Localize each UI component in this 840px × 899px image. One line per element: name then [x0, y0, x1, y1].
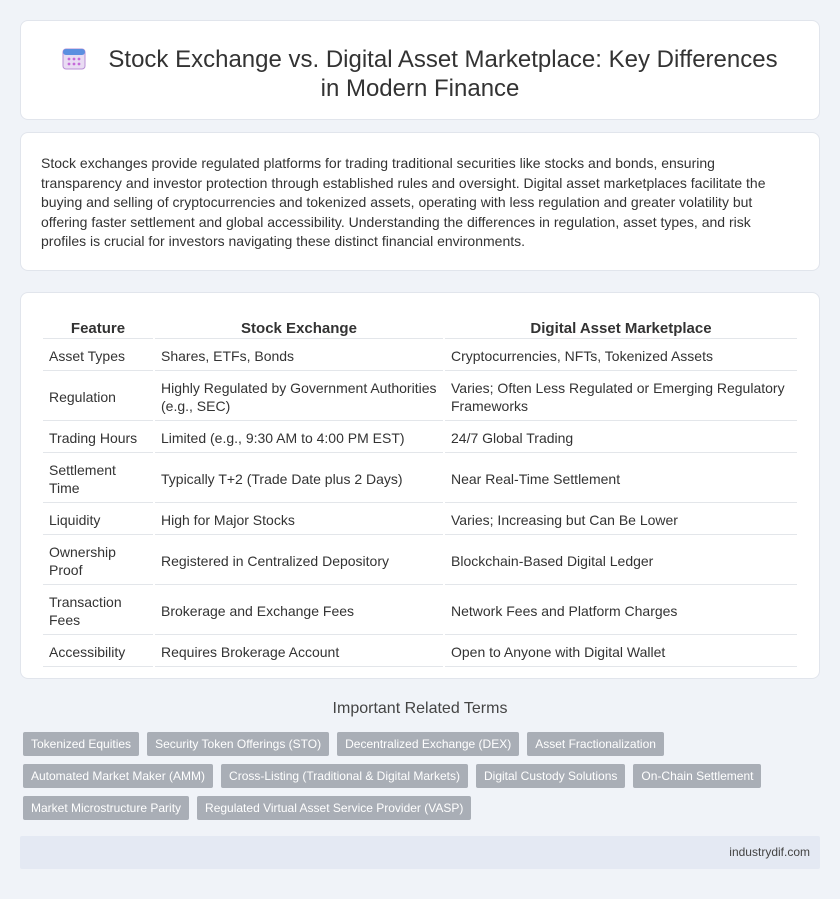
table-row: Accessibility Requires Brokerage Account… [43, 637, 797, 667]
digital-asset-cell: Near Real-Time Settlement [445, 455, 797, 503]
related-term-tag[interactable]: On-Chain Settlement [633, 764, 762, 788]
stock-exchange-cell: Shares, ETFs, Bonds [155, 341, 443, 371]
table-row: Ownership Proof Registered in Centralize… [43, 537, 797, 585]
related-term-tag[interactable]: Market Microstructure Parity [23, 796, 190, 820]
comparison-card: Feature Stock Exchange Digital Asset Mar… [20, 292, 820, 679]
intro-card: Stock exchanges provide regulated platfo… [20, 132, 820, 271]
footer: industrydif.com [20, 836, 820, 869]
digital-asset-cell: 24/7 Global Trading [445, 423, 797, 453]
related-term-tag[interactable]: Tokenized Equities [23, 732, 140, 756]
related-terms-list: Tokenized Equities Security Token Offeri… [23, 732, 813, 820]
table-row: Asset Types Shares, ETFs, Bonds Cryptocu… [43, 341, 797, 371]
intro-paragraph: Stock exchanges provide regulated platfo… [41, 155, 766, 249]
related-terms-title: Important Related Terms [332, 700, 508, 717]
table-header-row: Feature Stock Exchange Digital Asset Mar… [43, 317, 797, 339]
feature-cell: Accessibility [43, 637, 153, 667]
table-row: Liquidity High for Major Stocks Varies; … [43, 505, 797, 535]
related-term-tag[interactable]: Digital Custody Solutions [476, 764, 626, 788]
table-row: Transaction Fees Brokerage and Exchange … [43, 587, 797, 635]
feature-cell: Transaction Fees [43, 587, 153, 635]
feature-cell: Ownership Proof [43, 537, 153, 585]
header-card: Stock Exchange vs. Digital Asset Marketp… [20, 20, 820, 120]
related-term-tag[interactable]: Automated Market Maker (AMM) [23, 764, 214, 788]
related-term-tag[interactable]: Decentralized Exchange (DEX) [337, 732, 520, 756]
digital-asset-cell: Cryptocurrencies, NFTs, Tokenized Assets [445, 341, 797, 371]
stock-exchange-cell: Limited (e.g., 9:30 AM to 4:00 PM EST) [155, 423, 443, 453]
related-term-tag[interactable]: Cross-Listing (Traditional & Digital Mar… [221, 764, 468, 788]
digital-asset-cell: Network Fees and Platform Charges [445, 587, 797, 635]
feature-cell: Asset Types [43, 341, 153, 371]
header-feature: Feature [43, 317, 153, 339]
feature-cell: Settlement Time [43, 455, 153, 503]
related-term-tag[interactable]: Regulated Virtual Asset Service Provider… [197, 796, 472, 820]
page-title-text: Stock Exchange vs. Digital Asset Marketp… [108, 46, 778, 102]
digital-asset-cell: Varies; Often Less Regulated or Emerging… [445, 373, 797, 421]
footer-site-link[interactable]: industrydif.com [729, 845, 810, 859]
digital-asset-cell: Varies; Increasing but Can Be Lower [445, 505, 797, 535]
calendar-grid-icon [62, 48, 86, 70]
stock-exchange-cell: Brokerage and Exchange Fees [155, 587, 443, 635]
feature-cell: Regulation [43, 373, 153, 421]
table-row: Trading Hours Limited (e.g., 9:30 AM to … [43, 423, 797, 453]
page-title: Stock Exchange vs. Digital Asset Marketp… [21, 45, 819, 103]
stock-exchange-cell: High for Major Stocks [155, 505, 443, 535]
comparison-table: Feature Stock Exchange Digital Asset Mar… [41, 315, 799, 669]
stock-exchange-cell: Typically T+2 (Trade Date plus 2 Days) [155, 455, 443, 503]
digital-asset-cell: Open to Anyone with Digital Wallet [445, 637, 797, 667]
header-stock-exchange: Stock Exchange [155, 317, 443, 339]
digital-asset-cell: Blockchain-Based Digital Ledger [445, 537, 797, 585]
stock-exchange-cell: Highly Regulated by Government Authoriti… [155, 373, 443, 421]
table-row: Regulation Highly Regulated by Governmen… [43, 373, 797, 421]
table-row: Settlement Time Typically T+2 (Trade Dat… [43, 455, 797, 503]
stock-exchange-cell: Requires Brokerage Account [155, 637, 443, 667]
related-term-tag[interactable]: Security Token Offerings (STO) [147, 732, 330, 756]
feature-cell: Liquidity [43, 505, 153, 535]
related-term-tag[interactable]: Asset Fractionalization [527, 732, 664, 756]
feature-cell: Trading Hours [43, 423, 153, 453]
stock-exchange-cell: Registered in Centralized Depository [155, 537, 443, 585]
header-digital-asset-marketplace: Digital Asset Marketplace [445, 317, 797, 339]
